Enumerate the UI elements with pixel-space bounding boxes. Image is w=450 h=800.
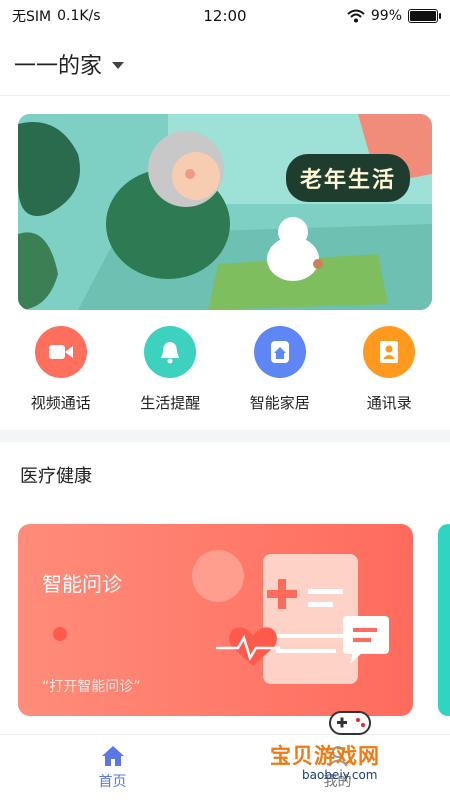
action-smart-home[interactable]: 智能家居 bbox=[230, 326, 330, 420]
action-contacts[interactable]: 通讯录 bbox=[339, 326, 439, 420]
battery-fill bbox=[410, 11, 436, 21]
card-subtitle: “打开智能问诊” bbox=[42, 679, 141, 695]
status-right: 99% bbox=[347, 8, 441, 24]
section-divider bbox=[0, 430, 450, 442]
section-title: 医疗健康 bbox=[20, 466, 92, 487]
carrier-text: 无SIM bbox=[12, 9, 52, 25]
card-title: 智能问诊 bbox=[42, 572, 122, 596]
status-left: 无SIM 0.1K/s bbox=[12, 6, 101, 26]
smart-home-icon bbox=[253, 326, 306, 378]
nav-label: 首页 bbox=[98, 773, 127, 790]
status-bar: 无SIM 0.1K/s 12:00 99% bbox=[0, 0, 450, 32]
action-video-call[interactable]: 视频通话 bbox=[11, 326, 111, 420]
elderly-life-illustration bbox=[18, 114, 432, 310]
contacts-icon bbox=[363, 326, 416, 378]
next-card-peek[interactable] bbox=[438, 524, 450, 716]
gamepad-icon bbox=[329, 711, 371, 735]
banner-badge: 老年生活 bbox=[285, 154, 410, 202]
home-selector-title[interactable]: 一一的家 bbox=[14, 48, 102, 80]
nav-home[interactable]: 首页 bbox=[0, 735, 225, 800]
action-label: 视频通话 bbox=[30, 394, 91, 412]
site-watermark: 宝贝游戏网 baobeiy.com bbox=[270, 704, 430, 790]
network-speed: 0.1K/s bbox=[57, 8, 101, 24]
quick-actions: 视频通话 生活提醒 智能家居 通讯录 bbox=[0, 326, 450, 420]
wifi-icon bbox=[347, 9, 365, 23]
action-label: 通讯录 bbox=[366, 394, 412, 412]
header: 一一的家 bbox=[0, 32, 450, 96]
watermark-url: baobeiy.com bbox=[302, 768, 378, 782]
smart-consultation-card[interactable]: 智能问诊 “打开智能问诊” bbox=[18, 524, 413, 716]
action-life-reminder[interactable]: 生活提醒 bbox=[120, 326, 220, 420]
bell-icon bbox=[144, 326, 197, 378]
banner-illustration[interactable]: 老年生活 bbox=[18, 114, 432, 310]
action-label: 生活提醒 bbox=[140, 394, 201, 412]
chevron-down-icon[interactable] bbox=[112, 62, 125, 69]
watermark-text: 宝贝游戏网 bbox=[270, 744, 380, 768]
action-label: 智能家居 bbox=[249, 394, 310, 412]
home-icon bbox=[101, 745, 124, 766]
video-call-icon bbox=[34, 326, 87, 378]
battery-percent: 99% bbox=[370, 8, 402, 24]
battery-icon bbox=[408, 9, 441, 23]
